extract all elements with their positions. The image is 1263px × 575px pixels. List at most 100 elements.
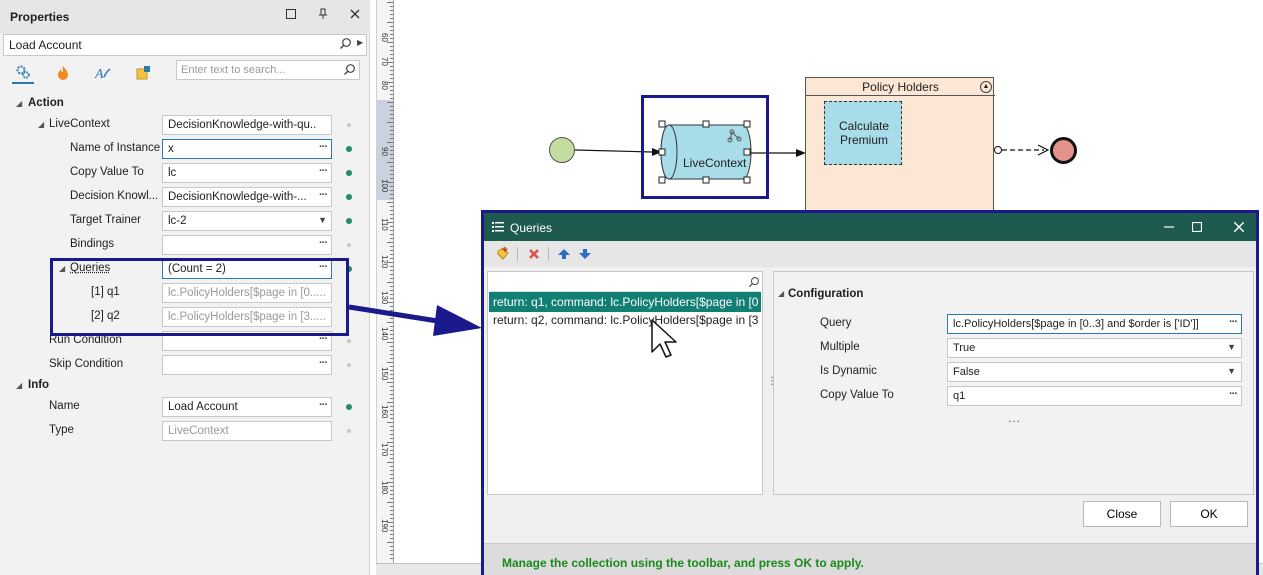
value-text: lc.PolicyHolders[$page in [0..3] and $or… [953, 318, 1199, 330]
ellipsis-button[interactable]: ··· [1229, 316, 1238, 328]
ruler-label: 90 [380, 147, 389, 156]
search-icon[interactable] [748, 276, 760, 291]
ruler-label: 100 [380, 179, 389, 193]
ruler-tick [390, 218, 393, 219]
property-value-type[interactable]: LiveContext [162, 421, 332, 441]
ellipsis-button[interactable]: ··· [319, 189, 328, 201]
ruler-tick [390, 210, 393, 211]
config-value-is-dynamic[interactable]: False ▼ [947, 362, 1242, 382]
move-up-icon[interactable] [555, 245, 573, 263]
value-text: True [953, 342, 976, 354]
more-options-button[interactable]: ... [1008, 411, 1021, 425]
property-value-skip-condition[interactable]: ··· [162, 355, 332, 375]
dropdown-arrow-icon[interactable]: ▼ [1227, 342, 1236, 352]
ruler-tick [390, 226, 393, 227]
pin-icon[interactable] [315, 8, 331, 24]
ruler-tick [390, 310, 393, 311]
end-event[interactable] [1050, 137, 1077, 164]
ruler-tick [390, 414, 393, 415]
expand-caret-icon[interactable]: ◢ [16, 99, 24, 108]
livecontext-datastore-icon[interactable] [655, 118, 759, 186]
property-value-bindings[interactable]: ··· [162, 235, 332, 255]
search-icon[interactable] [339, 37, 353, 51]
ruler-tick [390, 406, 393, 407]
ruler-tick [390, 238, 393, 239]
close-button[interactable]: Close [1083, 501, 1161, 527]
property-label: Skip Condition [49, 358, 124, 370]
ruler-tick [390, 334, 393, 335]
value-text: lc-2 [168, 215, 187, 227]
delete-icon[interactable] [525, 245, 543, 263]
dialog-title-bar[interactable]: Queries [484, 213, 1256, 241]
property-search-input[interactable] [181, 63, 341, 77]
tab-properties-gears-icon[interactable] [12, 62, 34, 84]
tab-sticky-note-icon[interactable] [132, 62, 154, 84]
chevron-right-icon[interactable]: ▶ [357, 38, 363, 47]
collapse-icon[interactable]: ▲ [980, 81, 992, 93]
ruler-tick [390, 274, 393, 275]
property-value-decision-knowledge[interactable]: DecisionKnowledge-with-... ··· [162, 187, 332, 207]
move-down-icon[interactable] [576, 245, 594, 263]
ruler-tick [387, 322, 393, 323]
config-value-query[interactable]: lc.PolicyHolders[$page in [0..3] and $or… [947, 314, 1242, 334]
property-value-target-trainer[interactable]: lc-2 ▼ [162, 211, 332, 231]
ruler-tick [390, 518, 393, 519]
ruler-tick [390, 366, 393, 367]
ruler-tick [390, 246, 393, 247]
property-search-box[interactable] [176, 60, 360, 80]
ruler-tick [390, 418, 393, 419]
ruler-tick [390, 50, 393, 51]
property-row-name-of-instance: Name of Instance x ··· [0, 137, 370, 161]
list-filter-input[interactable] [493, 276, 733, 290]
property-value-livecontext[interactable]: DecisionKnowledge-with-qu... [162, 115, 332, 135]
ruler-tick [390, 394, 393, 395]
ruler-tick [390, 194, 393, 195]
list-item[interactable]: return: q2, command: lc.PolicyHolders[$p… [489, 310, 761, 330]
dropdown-arrow-icon[interactable]: ▼ [318, 215, 327, 225]
ok-button[interactable]: OK [1170, 501, 1248, 527]
expand-caret-icon[interactable]: ◢ [16, 381, 24, 390]
maximize-icon[interactable] [1189, 219, 1205, 235]
tab-events-flame-icon[interactable] [52, 62, 74, 84]
dropdown-arrow-icon[interactable]: ▼ [1227, 366, 1236, 376]
ellipsis-button[interactable]: ··· [319, 237, 328, 249]
object-selector[interactable]: Load Account ▶ [3, 34, 367, 56]
property-value-copy-value-to[interactable]: lc ··· [162, 163, 332, 183]
list-filter[interactable] [490, 274, 760, 292]
ruler-tick [387, 82, 393, 83]
close-icon[interactable] [1231, 219, 1247, 235]
close-icon[interactable] [347, 8, 363, 24]
config-value-multiple[interactable]: True ▼ [947, 338, 1242, 358]
expand-caret-icon[interactable]: ◢ [778, 289, 784, 298]
ruler-label: 170 [380, 443, 389, 457]
tab-style-text-icon[interactable]: A [92, 62, 114, 84]
expand-caret-icon[interactable]: ◢ [38, 120, 46, 129]
ellipsis-button[interactable]: ··· [319, 357, 328, 369]
dialog-title: Queries [510, 221, 553, 235]
ruler-label: 150 [380, 367, 389, 381]
property-value-name[interactable]: Load Account ··· [162, 397, 332, 417]
value-text: DecisionKnowledge-with-qu... [168, 119, 316, 131]
arrow-head [1037, 144, 1050, 156]
config-value-copy-value-to[interactable]: q1 ··· [947, 386, 1242, 406]
value-text: Load Account [168, 401, 238, 413]
list-item[interactable]: return: q1, command: lc.PolicyHolders[$p… [489, 292, 761, 312]
ruler-tick [387, 302, 393, 303]
ellipsis-button[interactable]: ··· [1229, 388, 1238, 400]
task-calculate-premium[interactable]: Calculate Premium [824, 101, 902, 165]
minimize-icon[interactable] [1161, 219, 1177, 235]
ruler-tick [390, 558, 393, 559]
ellipsis-button[interactable]: ··· [319, 141, 328, 153]
start-event[interactable] [549, 137, 575, 163]
maximize-icon[interactable] [283, 8, 299, 24]
search-icon[interactable] [343, 63, 356, 79]
ellipsis-button[interactable]: ··· [319, 165, 328, 177]
ruler-tick [390, 434, 393, 435]
ruler-tick [390, 70, 393, 71]
ruler-tick [387, 202, 393, 203]
ellipsis-button[interactable]: ··· [319, 399, 328, 411]
add-item-icon[interactable] [494, 245, 512, 263]
property-label: Type [49, 424, 74, 436]
property-value-name-of-instance[interactable]: x ··· [162, 139, 332, 159]
ruler-tick [390, 170, 393, 171]
